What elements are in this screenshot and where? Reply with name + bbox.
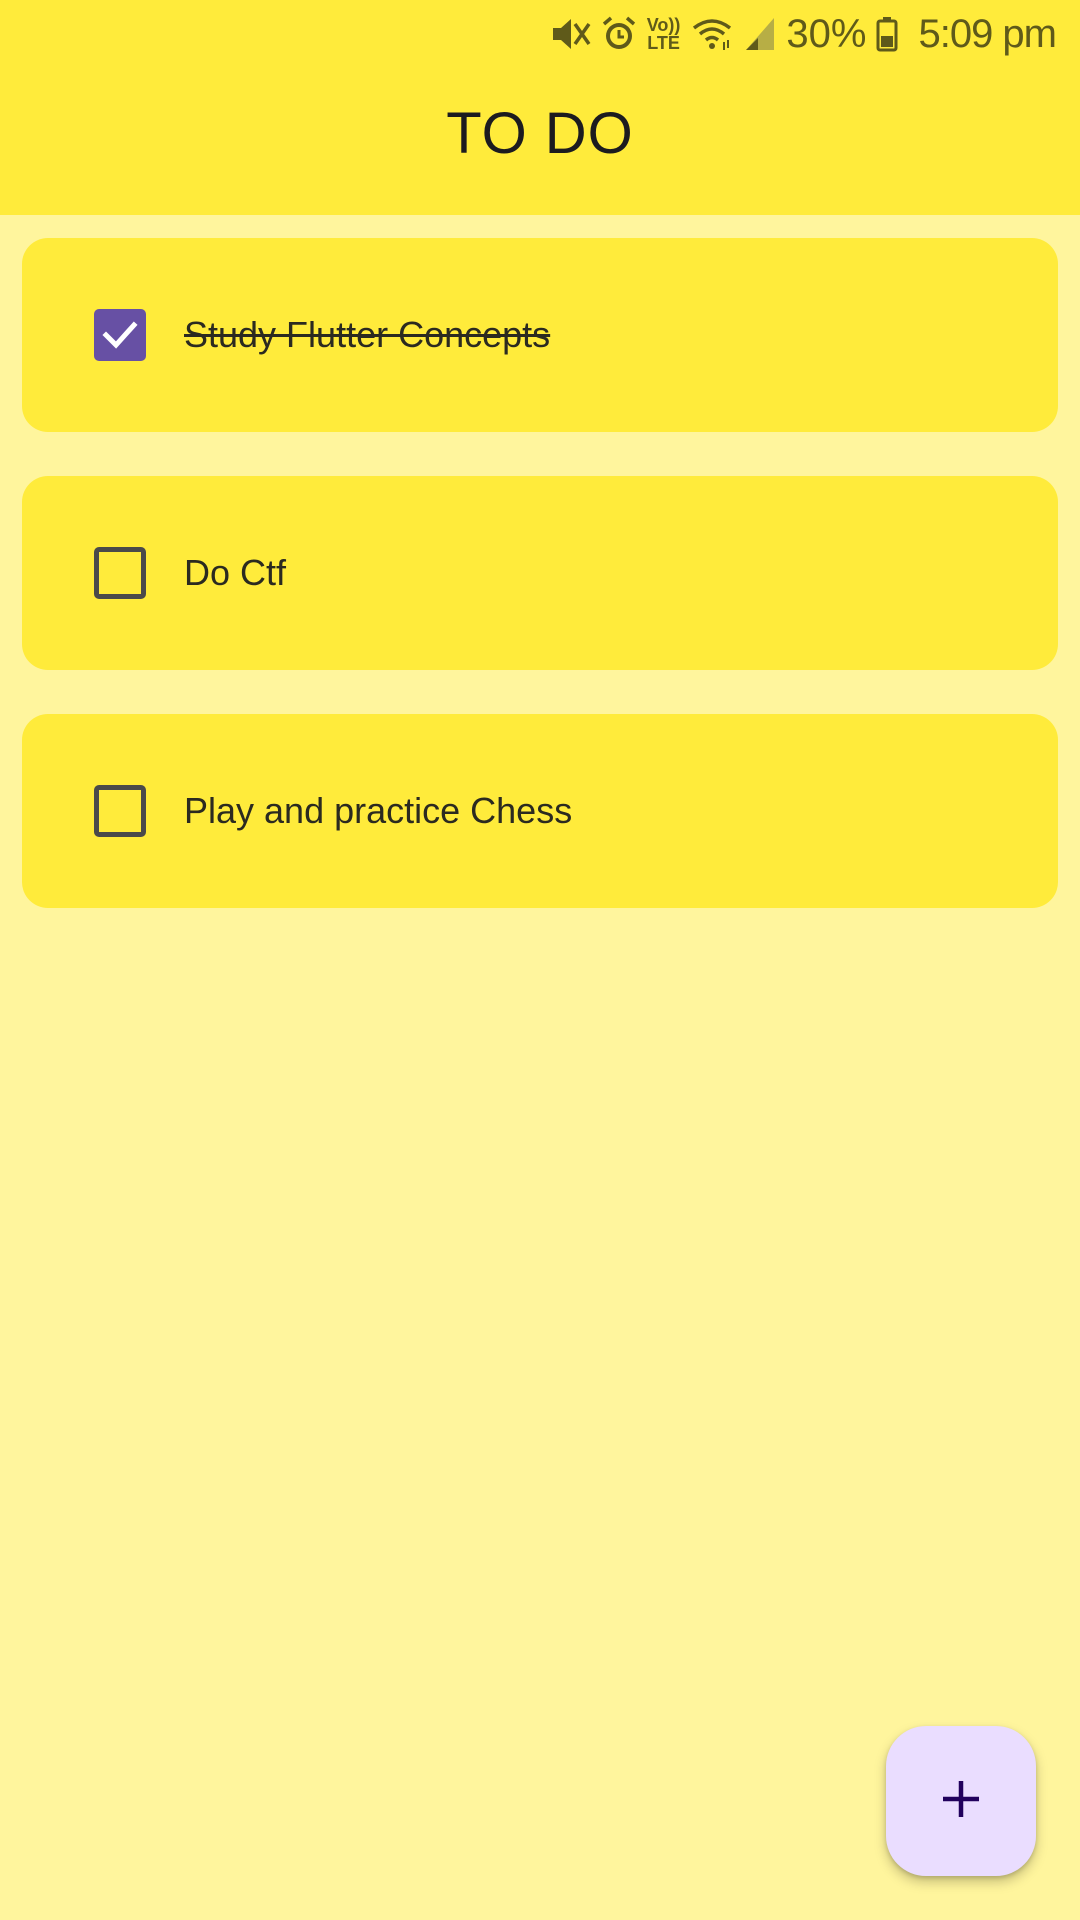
status-time: 5:09 pm xyxy=(918,11,1057,56)
check-icon xyxy=(102,320,138,350)
status-icons: Vo)) LTE 30% xyxy=(551,12,899,57)
volte-icon: Vo)) LTE xyxy=(647,16,681,52)
alarm-icon xyxy=(601,16,637,52)
app-bar: Vo)) LTE 30% 5:09 pm TO DO xyxy=(0,0,1080,215)
volte-label-bottom: LTE xyxy=(647,33,680,53)
task-label: Study Flutter Concepts xyxy=(184,314,551,355)
add-task-button[interactable] xyxy=(886,1726,1036,1876)
task-card[interactable]: Do Ctf xyxy=(22,476,1058,670)
battery-icon xyxy=(876,16,898,52)
status-bar: Vo)) LTE 30% 5:09 pm xyxy=(0,0,1080,68)
task-list: Study Flutter Concepts Do Ctf Play and p… xyxy=(22,238,1058,952)
plus-icon xyxy=(939,1777,983,1826)
task-checkbox[interactable] xyxy=(94,309,146,361)
task-card[interactable]: Study Flutter Concepts xyxy=(22,238,1058,432)
task-card[interactable]: Play and practice Chess xyxy=(22,714,1058,908)
battery-percent: 30% xyxy=(786,11,867,56)
mute-icon xyxy=(551,16,591,52)
task-checkbox[interactable] xyxy=(94,547,146,599)
signal-icon xyxy=(744,16,776,52)
task-label: Play and practice Chess xyxy=(184,790,573,831)
task-checkbox[interactable] xyxy=(94,785,146,837)
page-title: TO DO xyxy=(446,101,634,166)
wifi-icon xyxy=(690,16,734,52)
volte-label-top: Vo)) xyxy=(646,15,681,35)
task-label: Do Ctf xyxy=(184,552,287,593)
